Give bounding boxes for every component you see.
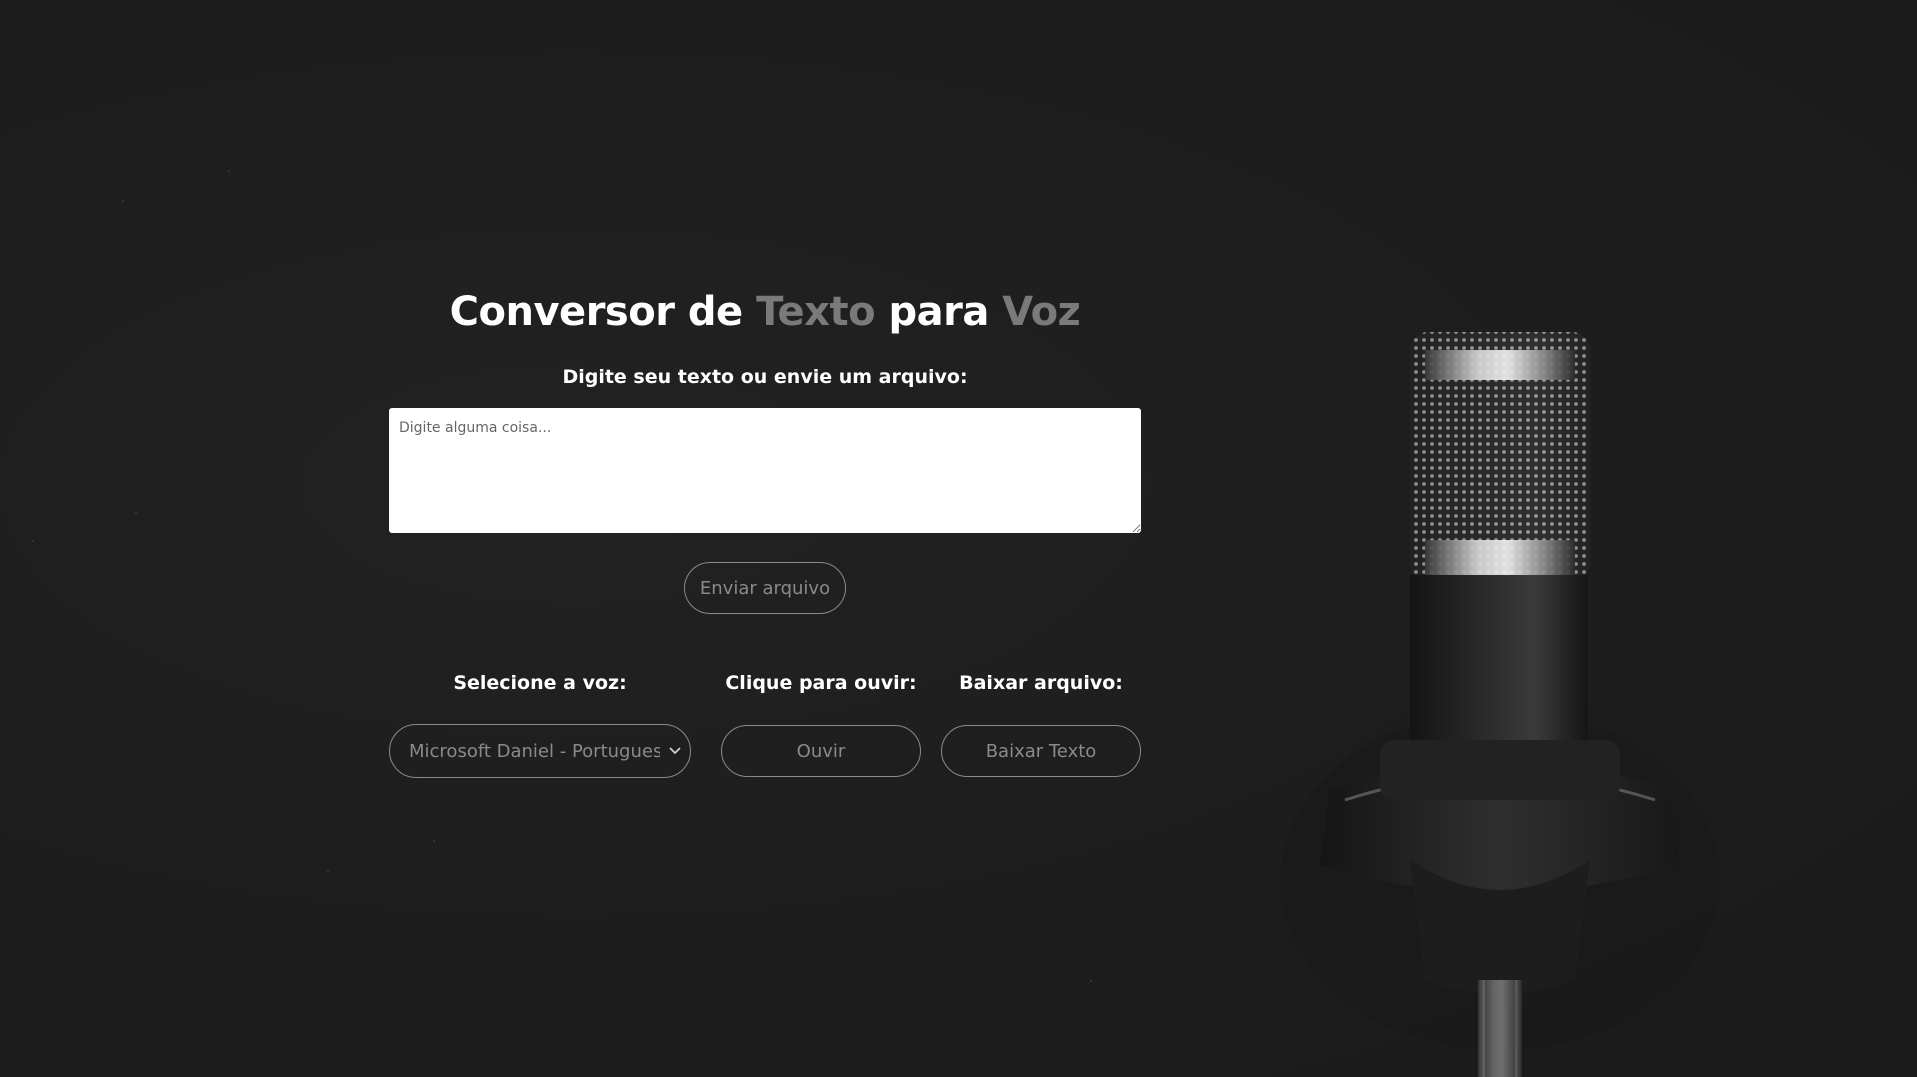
text-input-label: Digite seu texto ou envie um arquivo: <box>562 366 968 388</box>
text-input[interactable] <box>389 408 1141 533</box>
background-speck <box>1090 980 1092 982</box>
voice-controls: Selecione a voz: Clique para ouvir: Baix… <box>389 672 1141 812</box>
background-speck <box>433 840 435 842</box>
title-part-1: Conversor de <box>449 289 743 335</box>
title-part-2: para <box>888 289 990 335</box>
listen-label: Clique para ouvir: <box>725 672 917 694</box>
chevron-down-icon <box>660 747 690 755</box>
page-background: Conversor de Texto para Voz Digite seu t… <box>0 0 1917 1077</box>
upload-file-button[interactable]: Enviar arquivo <box>684 562 846 614</box>
converter-panel: Conversor de Texto para Voz Digite seu t… <box>389 280 1141 812</box>
microphone-illustration <box>1280 332 1720 1077</box>
background-speck <box>32 540 34 542</box>
download-text-button[interactable]: Baixar Texto <box>941 725 1141 777</box>
listen-button[interactable]: Ouvir <box>721 725 921 777</box>
background-speck <box>122 200 124 202</box>
voice-select[interactable]: Microsoft Daniel - Portuguese <box>389 724 691 778</box>
background-speck <box>135 512 137 514</box>
voice-select-value: Microsoft Daniel - Portuguese <box>409 740 660 762</box>
voice-select-label: Selecione a voz: <box>453 672 627 694</box>
background-speck <box>228 170 230 172</box>
download-label: Baixar arquivo: <box>959 672 1123 694</box>
background-speck <box>327 870 329 872</box>
page-title: Conversor de Texto para Voz <box>389 280 1141 344</box>
title-accent-2: Voz <box>1002 289 1081 335</box>
title-accent-1: Texto <box>756 289 876 335</box>
upload-row: Enviar arquivo <box>389 562 1141 614</box>
